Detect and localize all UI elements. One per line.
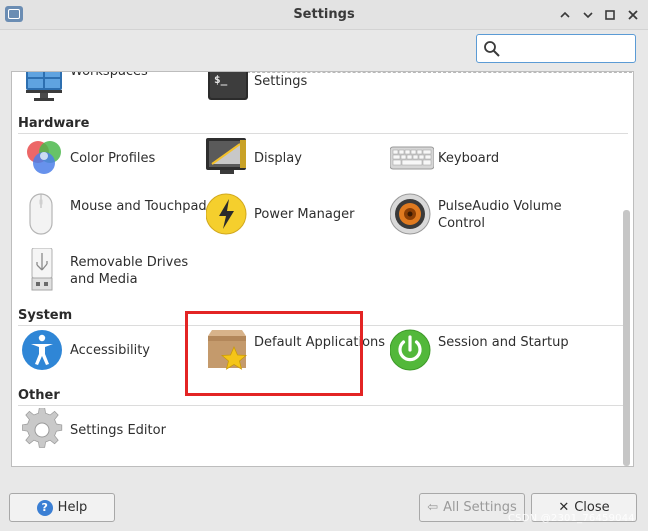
settings-item-workspaces[interactable]: Workspaces [22, 72, 202, 118]
search-input[interactable] [505, 38, 631, 59]
maximize-icon[interactable] [602, 7, 618, 23]
item-label: Xfce Terminal Settings [254, 74, 308, 89]
scrollbar-thumb[interactable] [623, 210, 630, 466]
item-label: Settings Editor [70, 423, 166, 438]
accessibility-icon [22, 330, 62, 370]
item-label: Removable Drives and Media [70, 255, 189, 287]
minimize-icon[interactable] [580, 7, 596, 23]
svg-text:$_: $_ [214, 73, 228, 86]
color-profiles-icon [27, 141, 61, 174]
usb-drive-icon [31, 248, 53, 291]
settings-panel[interactable]: Workspaces $_ Xfce Terminal Settings Har… [11, 71, 634, 467]
settings-item-keyboard[interactable]: Keyboard [390, 136, 570, 188]
search-icon [484, 41, 500, 57]
close-window-icon[interactable] [625, 7, 641, 23]
section-title-system: System [18, 308, 73, 323]
section-title-hardware: Hardware [18, 116, 90, 131]
shade-icon[interactable] [557, 7, 573, 23]
settings-item-mouse-touchpad[interactable]: Mouse and Touchpad [22, 192, 207, 244]
speaker-icon [390, 193, 431, 235]
keyboard-icon [390, 146, 434, 170]
mouse-icon [29, 193, 53, 235]
item-label: Display [254, 151, 302, 166]
highlight-box [185, 311, 363, 396]
settings-item-session-startup[interactable]: Session and Startup [390, 328, 570, 380]
power-manager-icon [206, 193, 247, 235]
section-title-other: Other [18, 388, 60, 403]
section-divider [18, 405, 628, 406]
terminal-icon: $_ [208, 72, 248, 100]
gear-icon [22, 408, 63, 448]
settings-item-xfce-terminal[interactable]: $_ Xfce Terminal Settings [206, 72, 386, 118]
section-divider [18, 133, 628, 134]
display-icon [206, 138, 246, 174]
search-field[interactable] [476, 34, 636, 63]
settings-item-color-profiles[interactable]: Color Profiles [22, 136, 202, 188]
window-title: Settings [293, 7, 355, 22]
watermark: CSDN @2301_76459044 [508, 513, 635, 524]
settings-item-accessibility[interactable]: Accessibility [22, 328, 202, 380]
item-label: Mouse and Touchpad [70, 199, 207, 214]
item-label: Workspaces [70, 71, 148, 79]
item-label: Power Manager [254, 207, 355, 222]
settings-item-removable-drives[interactable]: Removable Drives and Media [22, 248, 202, 300]
back-arrow-icon: ⇦ [427, 500, 439, 515]
power-button-icon [390, 329, 431, 371]
settings-item-settings-editor[interactable]: Settings Editor [22, 408, 202, 460]
workspaces-icon [26, 72, 62, 101]
help-button[interactable]: ? Help [9, 493, 115, 522]
settings-item-pulseaudio[interactable]: PulseAudio Volume Control [390, 192, 570, 244]
item-label: Color Profiles [70, 151, 156, 166]
item-label: Keyboard [438, 151, 500, 166]
item-label: Session and Startup [438, 335, 569, 350]
help-icon: ? [36, 499, 53, 516]
settings-item-power-manager[interactable]: Power Manager [206, 192, 386, 244]
title-bar: Settings [0, 0, 648, 30]
item-label: PulseAudio Volume Control [438, 199, 562, 231]
settings-item-display[interactable]: Display [206, 136, 386, 188]
